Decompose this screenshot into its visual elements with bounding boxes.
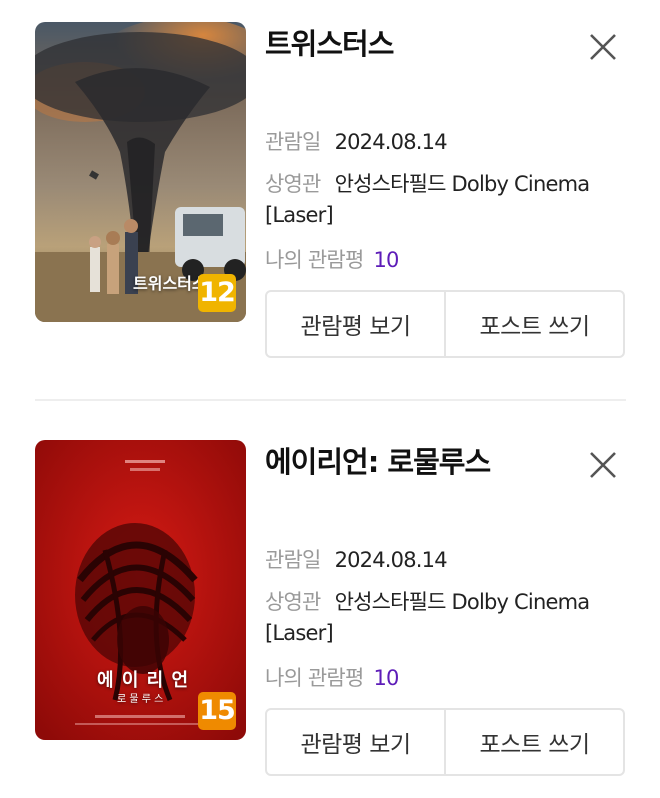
movie-title[interactable]: 에이리언: 로물루스 (265, 439, 491, 481)
action-button-group: 관람평 보기 포스트 쓰기 (265, 290, 625, 358)
theater-label: 상영관 (265, 590, 321, 614)
theater-value: 안성스타필드 Dolby Cinema (334, 172, 591, 196)
theater-value-line2: [Laser] (265, 621, 334, 645)
my-review-row: 나의 관람평 10 (265, 662, 399, 692)
my-review-score: 10 (373, 666, 399, 690)
entry-divider (35, 399, 626, 401)
theater-row: 상영관 안성스타필드 Dolby Cinema (265, 168, 591, 198)
my-review-row: 나의 관람평 10 (265, 244, 399, 274)
age-rating-badge: 12 (198, 274, 236, 312)
poster-title: 트위스터스 (133, 274, 207, 293)
my-review-label: 나의 관람평 (265, 666, 364, 690)
poster-subtitle: 로 물 루 스 (117, 694, 164, 705)
viewing-date-value: 2024.08.14 (334, 548, 448, 572)
write-post-button[interactable]: 포스트 쓰기 (444, 292, 623, 356)
action-button-group: 관람평 보기 포스트 쓰기 (265, 708, 625, 776)
close-icon[interactable] (586, 448, 620, 482)
theater-value-line2: [Laser] (265, 203, 334, 227)
viewing-date-row: 관람일 2024.08.14 (265, 126, 448, 156)
theater-label: 상영관 (265, 172, 321, 196)
write-post-button[interactable]: 포스트 쓰기 (444, 710, 623, 774)
theater-row-continued: [Laser] (265, 203, 334, 227)
viewing-date-label: 관람일 (265, 548, 321, 572)
view-review-button[interactable]: 관람평 보기 (267, 710, 444, 774)
viewing-date-row: 관람일 2024.08.14 (265, 544, 448, 574)
my-review-score: 10 (373, 248, 399, 272)
theater-row-continued: [Laser] (265, 621, 334, 645)
movie-title[interactable]: 트위스터스 (265, 21, 394, 63)
theater-value: 안성스타필드 Dolby Cinema (334, 590, 591, 614)
my-review-label: 나의 관람평 (265, 248, 364, 272)
close-icon[interactable] (586, 30, 620, 64)
view-review-button[interactable]: 관람평 보기 (267, 292, 444, 356)
viewing-date-label: 관람일 (265, 130, 321, 154)
poster-title: 에 이 리 언 (97, 670, 190, 691)
age-rating-badge: 15 (198, 692, 236, 730)
movie-entry: 트위스터스 12 트위스터스 관람일 2024.08.14 상영관 안성스타필드 D… (0, 0, 660, 380)
viewing-date-value: 2024.08.14 (334, 130, 448, 154)
movie-poster[interactable]: 트위스터스 12 (35, 22, 246, 322)
movie-entry: 에 이 리 언 로 물 루 스 15 에이리언: 로물루스 관람일 2024.08… (0, 418, 660, 798)
movie-poster[interactable]: 에 이 리 언 로 물 루 스 15 (35, 440, 246, 740)
theater-row: 상영관 안성스타필드 Dolby Cinema (265, 586, 591, 616)
